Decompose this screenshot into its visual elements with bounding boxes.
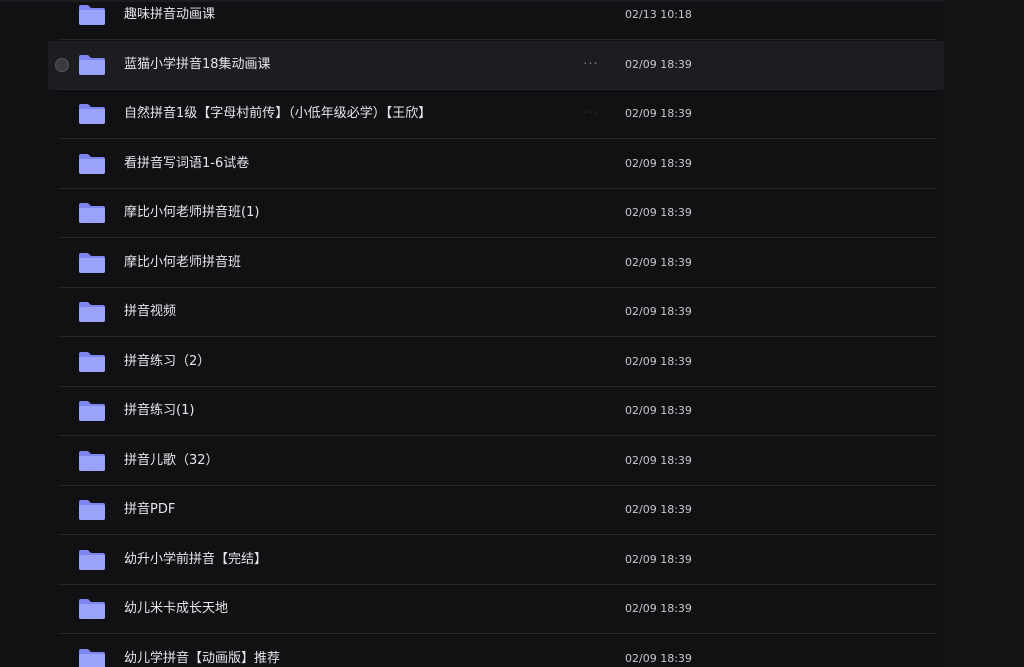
modified-date: 02/13 10:18 [625, 8, 692, 21]
folder-name[interactable]: 拼音视频 [124, 303, 176, 321]
row-background [48, 288, 944, 337]
folder-name[interactable]: 蓝猫小学拼音18集动画课 [124, 56, 271, 74]
file-row-5[interactable]: 摩比小何老师拼音班 ··· 02/09 18:39 [0, 239, 1024, 288]
more-horizontal-icon[interactable]: ··· [580, 55, 602, 75]
file-row-12[interactable]: 幼儿米卡成长天地 ··· 02/09 18:39 [0, 585, 1024, 634]
folder-icon [78, 103, 106, 125]
file-row-4[interactable]: 摩比小何老师拼音班(1) ··· 02/09 18:39 [0, 189, 1024, 238]
modified-date: 02/09 18:39 [625, 453, 692, 467]
modified-date: 02/09 18:39 [625, 206, 692, 219]
file-row-1[interactable]: 蓝猫小学拼音18集动画课 ··· 02/09 18:39 [0, 40, 1024, 90]
file-row-8[interactable]: 拼音练习(1) ··· 02/09 18:39 [0, 387, 1024, 436]
file-row-2[interactable]: 自然拼音1级【字母村前传】（小低年级必学）【王欣】 ··· 02/09 18:3… [0, 90, 1024, 139]
file-row-6[interactable]: 拼音视频 ··· 02/09 18:39 [0, 288, 1024, 337]
folder-icon [78, 301, 106, 323]
file-row-10[interactable]: 拼音PDF ··· 02/09 18:39 [0, 486, 1024, 535]
folder-name[interactable]: 看拼音写词语1-6试卷 [124, 155, 249, 173]
folder-icon [78, 400, 106, 422]
modified-date: 02/09 18:39 [625, 305, 692, 318]
modified-date: 02/09 18:39 [625, 503, 692, 516]
folder-icon [78, 351, 106, 373]
folder-name[interactable]: 趣味拼音动画课 [124, 6, 215, 24]
folder-icon [78, 54, 106, 76]
folder-icon [78, 202, 106, 224]
modified-date: 02/09 18:39 [625, 602, 692, 615]
folder-icon [78, 598, 106, 620]
modified-date: 02/09 18:39 [625, 354, 692, 368]
folder-icon [78, 499, 106, 521]
folder-icon [78, 450, 106, 472]
folder-name[interactable]: 拼音儿歌（32） [124, 452, 219, 470]
modified-date: 02/09 18:39 [625, 156, 692, 170]
folder-icon [78, 252, 106, 274]
file-row-13[interactable]: 幼儿学拼音【动画版】推荐 ··· 02/09 18:39 [0, 635, 1024, 667]
more-horizontal-icon[interactable]: ··· [580, 104, 602, 124]
folder-name[interactable]: 幼儿学拼音【动画版】推荐 [124, 650, 280, 667]
radio-select-icon[interactable] [55, 57, 69, 72]
file-row-7[interactable]: 拼音练习（2） ··· 02/09 18:39 [0, 338, 1024, 387]
folder-name[interactable]: 摩比小何老师拼音班(1) [124, 204, 259, 222]
file-row-9[interactable]: 拼音儿歌（32） ··· 02/09 18:39 [0, 437, 1024, 486]
folder-icon [78, 648, 106, 667]
modified-date: 02/09 18:39 [625, 57, 692, 71]
folder-name[interactable]: 拼音练习(1) [124, 402, 194, 420]
row-background [48, 486, 944, 535]
folder-name[interactable]: 拼音PDF [124, 501, 175, 519]
folder-name[interactable]: 自然拼音1级【字母村前传】（小低年级必学）【王欣】 [124, 105, 431, 123]
folder-icon [78, 153, 106, 175]
modified-date: 02/09 18:39 [625, 552, 692, 566]
file-browser-window: 趣味拼音动画课 ··· 02/13 10:18 蓝猫小学拼音18集动画课 ···… [0, 0, 1024, 667]
folder-name[interactable]: 拼音练习（2） [124, 353, 210, 371]
folder-icon [78, 549, 106, 571]
modified-date: 02/09 18:39 [625, 404, 692, 417]
file-row-11[interactable]: 幼升小学前拼音【完结】 ··· 02/09 18:39 [0, 536, 1024, 585]
folder-name[interactable]: 幼儿米卡成长天地 [124, 600, 228, 618]
modified-date: 02/09 18:39 [625, 651, 692, 665]
modified-date: 02/09 18:39 [625, 255, 692, 269]
file-row-0[interactable]: 趣味拼音动画课 ··· 02/13 10:18 [0, 0, 1024, 40]
folder-name[interactable]: 摩比小何老师拼音班 [124, 254, 241, 272]
modified-date: 02/09 18:39 [625, 107, 692, 120]
folder-name[interactable]: 幼升小学前拼音【完结】 [124, 551, 267, 569]
file-row-3[interactable]: 看拼音写词语1-6试卷 ··· 02/09 18:39 [0, 140, 1024, 189]
folder-icon [78, 4, 106, 26]
